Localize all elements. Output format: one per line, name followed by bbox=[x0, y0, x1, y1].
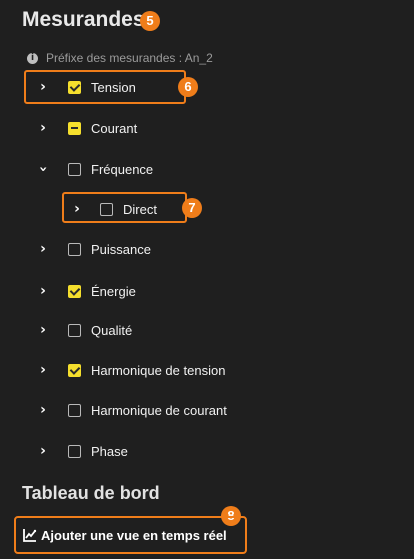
chevron-right-icon[interactable]: › bbox=[36, 284, 50, 298]
chevron-right-icon[interactable]: › bbox=[36, 80, 50, 94]
add-realtime-view-button[interactable]: Ajouter une vue en temps réel bbox=[14, 516, 247, 554]
courant-checkbox[interactable] bbox=[68, 121, 81, 135]
tree-item-label: Tension bbox=[91, 79, 136, 95]
puissance-checkbox[interactable] bbox=[68, 242, 81, 256]
tree-item-harmonique-courant[interactable]: › Harmonique de courant bbox=[36, 398, 227, 422]
harmonique-tension-checkbox[interactable] bbox=[68, 363, 81, 377]
tree-item-frequence[interactable]: › Fréquence bbox=[35, 157, 154, 181]
tree-item-label: Puissance bbox=[91, 241, 151, 257]
tree-item-phase[interactable]: › Phase bbox=[36, 439, 128, 463]
harmonique-courant-checkbox[interactable] bbox=[68, 403, 81, 417]
direct-checkbox[interactable] bbox=[100, 202, 113, 216]
measurands-title: Mesurandes bbox=[22, 8, 145, 31]
measurand-prefix-row: i Préfixe des mesurandes : An_2 bbox=[27, 50, 213, 66]
measurands-badge: 5 bbox=[140, 11, 160, 31]
tree-item-label: Harmonique de courant bbox=[91, 402, 227, 418]
chevron-right-icon[interactable]: › bbox=[36, 121, 50, 135]
tension-badge: 6 bbox=[178, 77, 198, 97]
tree-item-direct[interactable]: › Direct bbox=[70, 197, 157, 221]
chevron-right-icon[interactable]: › bbox=[36, 363, 50, 377]
tree-item-label: Harmonique de tension bbox=[91, 362, 226, 378]
dashboard-title: Tableau de bord bbox=[22, 483, 160, 503]
chevron-right-icon[interactable]: › bbox=[36, 242, 50, 256]
chart-icon bbox=[23, 528, 37, 542]
tension-checkbox[interactable] bbox=[68, 80, 81, 94]
chevron-right-icon[interactable]: › bbox=[36, 444, 50, 458]
chevron-right-icon[interactable]: › bbox=[36, 403, 50, 417]
measurand-panel: Mesurandes 5 i Préfixe des mesurandes : … bbox=[0, 0, 414, 559]
tree-item-label: Courant bbox=[91, 120, 138, 136]
tree-item-harmonique-tension[interactable]: › Harmonique de tension bbox=[36, 358, 225, 382]
tree-item-label: Phase bbox=[91, 443, 128, 459]
tree-item-label: Fréquence bbox=[91, 161, 154, 177]
tree-item-label: Qualité bbox=[91, 322, 133, 338]
tree-item-puissance[interactable]: › Puissance bbox=[36, 237, 151, 261]
direct-badge: 7 bbox=[182, 198, 202, 218]
chevron-right-icon[interactable]: › bbox=[36, 323, 50, 337]
tree-item-label: Direct bbox=[123, 201, 157, 217]
qualite-checkbox[interactable] bbox=[68, 323, 81, 337]
add-realtime-view-label: Ajouter une vue en temps réel bbox=[41, 527, 227, 543]
chevron-down-icon[interactable]: › bbox=[35, 162, 51, 176]
info-icon: i bbox=[27, 52, 38, 64]
frequence-checkbox[interactable] bbox=[68, 162, 81, 176]
measurand-prefix-text: Préfixe des mesurandes : An_2 bbox=[46, 51, 213, 65]
tree-item-energie[interactable]: › Énergie bbox=[36, 279, 136, 303]
tree-item-qualite[interactable]: › Qualité bbox=[36, 318, 132, 342]
tree-item-courant[interactable]: › Courant bbox=[36, 116, 137, 140]
energie-checkbox[interactable] bbox=[68, 284, 81, 298]
tree-item-label: Énergie bbox=[91, 283, 136, 299]
chevron-right-icon[interactable]: › bbox=[70, 202, 84, 216]
tree-item-tension[interactable]: › Tension bbox=[36, 75, 136, 99]
phase-checkbox[interactable] bbox=[68, 444, 81, 458]
